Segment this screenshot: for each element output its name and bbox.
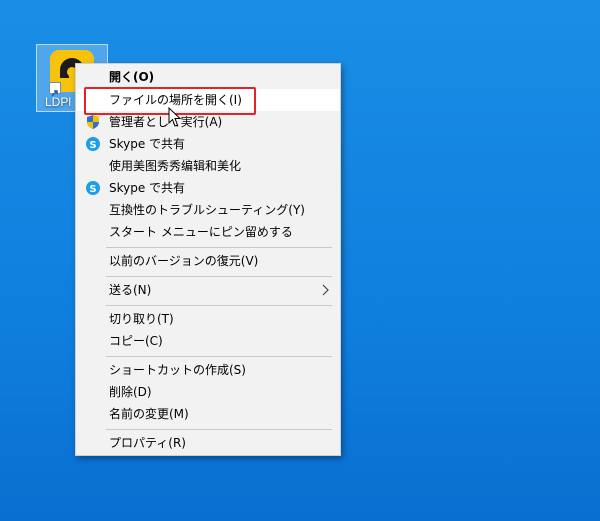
menu-item-rename[interactable]: 名前の変更(M) — [76, 403, 340, 425]
menu-item-compatibility-troubleshoot[interactable]: 互換性のトラブルシューティング(Y) — [76, 199, 340, 221]
skype-icon: S — [86, 181, 100, 195]
menu-item-skype-share-1[interactable]: S Skype で共有 — [76, 133, 340, 155]
svg-text:S: S — [89, 140, 96, 151]
menu-item-label: プロパティ(R) — [109, 436, 186, 450]
menu-item-label: 使用美图秀秀编辑和美化 — [109, 159, 242, 173]
menu-item-label: ショートカットの作成(S) — [109, 363, 246, 377]
menu-separator — [106, 305, 332, 306]
menu-item-label: コピー(C) — [109, 334, 163, 348]
menu-item-label: Skype で共有 — [109, 181, 186, 195]
desktop-icon-label: LDPl — [45, 95, 72, 109]
menu-separator — [106, 247, 332, 248]
menu-separator — [106, 429, 332, 430]
menu-item-label: 削除(D) — [109, 385, 152, 399]
chevron-right-icon — [322, 284, 329, 296]
menu-item-meitu-edit[interactable]: 使用美图秀秀编辑和美化 — [76, 155, 340, 177]
mouse-cursor-icon — [168, 107, 182, 127]
menu-item-restore-previous-versions[interactable]: 以前のバージョンの復元(V) — [76, 250, 340, 272]
menu-item-label: 名前の変更(M) — [109, 407, 189, 421]
menu-separator — [106, 356, 332, 357]
menu-item-properties[interactable]: プロパティ(R) — [76, 432, 340, 454]
menu-item-label: 送る(N) — [109, 283, 152, 297]
menu-item-send-to[interactable]: 送る(N) — [76, 279, 340, 301]
menu-item-label: スタート メニューにピン留めする — [109, 225, 293, 239]
menu-item-label: 以前のバージョンの復元(V) — [109, 254, 259, 268]
skype-icon: S — [86, 137, 100, 151]
uac-shield-icon — [87, 115, 99, 129]
menu-item-open[interactable]: 開く(O) — [76, 66, 340, 88]
context-menu: 開く(O) ファイルの場所を開く(I) 管理者として実行(A) S Skype … — [75, 63, 341, 456]
menu-item-label: 互換性のトラブルシューティング(Y) — [109, 203, 305, 217]
menu-item-label: Skype で共有 — [109, 137, 186, 151]
menu-item-cut[interactable]: 切り取り(T) — [76, 308, 340, 330]
menu-separator — [106, 276, 332, 277]
shortcut-arrow-icon — [49, 82, 61, 97]
menu-item-pin-to-start[interactable]: スタート メニューにピン留めする — [76, 221, 340, 243]
menu-item-label: 切り取り(T) — [109, 312, 174, 326]
menu-item-label: 開く(O) — [109, 70, 155, 84]
menu-item-create-shortcut[interactable]: ショートカットの作成(S) — [76, 359, 340, 381]
menu-item-skype-share-2[interactable]: S Skype で共有 — [76, 177, 340, 199]
svg-text:S: S — [89, 184, 96, 195]
menu-item-copy[interactable]: コピー(C) — [76, 330, 340, 352]
menu-item-delete[interactable]: 削除(D) — [76, 381, 340, 403]
